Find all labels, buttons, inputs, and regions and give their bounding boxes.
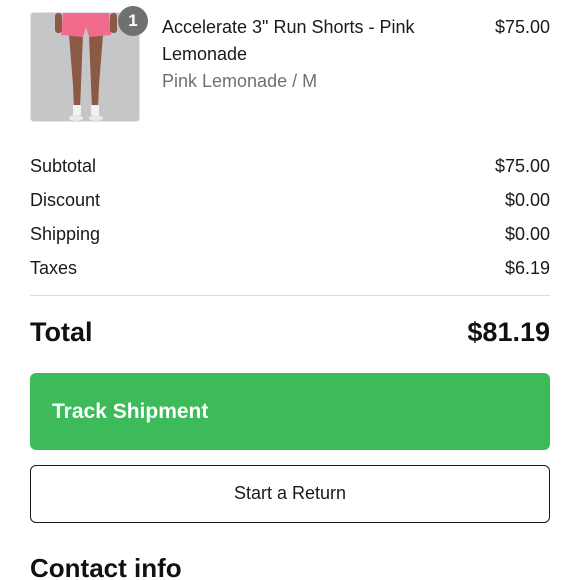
summary-label: Shipping — [30, 224, 101, 244]
summary-row-taxes: Taxes $6.19 — [30, 253, 550, 287]
summary-value: $6.19 — [504, 258, 550, 278]
quantity-badge: 1 — [118, 6, 148, 36]
summary-divider — [30, 295, 550, 296]
contact-info-heading: Contact info — [30, 553, 182, 580]
summary-row-subtotal: Subtotal $75.00 — [30, 151, 550, 185]
start-return-button[interactable]: Start a Return — [30, 465, 550, 523]
total-label: Total — [30, 317, 93, 347]
line-item: 1 Accelerate 3" Run Shorts - Pink Lemona… — [30, 6, 550, 124]
product-price: $75.00 — [494, 17, 550, 37]
order-status-page: 1 Accelerate 3" Run Shorts - Pink Lemona… — [0, 0, 580, 580]
track-shipment-button[interactable]: Track Shipment — [30, 373, 550, 450]
total-value: $81.19 — [467, 317, 550, 347]
product-variant: Pink Lemonade / M — [162, 71, 318, 91]
summary-value: $0.00 — [504, 224, 550, 244]
total-row: Total $81.19 — [30, 312, 550, 352]
summary-row-discount: Discount $0.00 — [30, 185, 550, 219]
summary-label: Taxes — [30, 258, 78, 278]
summary-label: Subtotal — [30, 156, 97, 176]
cost-summary: Subtotal $75.00 Discount $0.00 Shipping … — [30, 151, 550, 287]
summary-value: $0.00 — [504, 190, 550, 210]
product-title: Accelerate 3" Run Shorts - Pink Lemonade — [162, 17, 415, 64]
summary-value: $75.00 — [494, 156, 550, 176]
summary-row-shipping: Shipping $0.00 — [30, 219, 550, 253]
summary-label: Discount — [30, 190, 101, 210]
